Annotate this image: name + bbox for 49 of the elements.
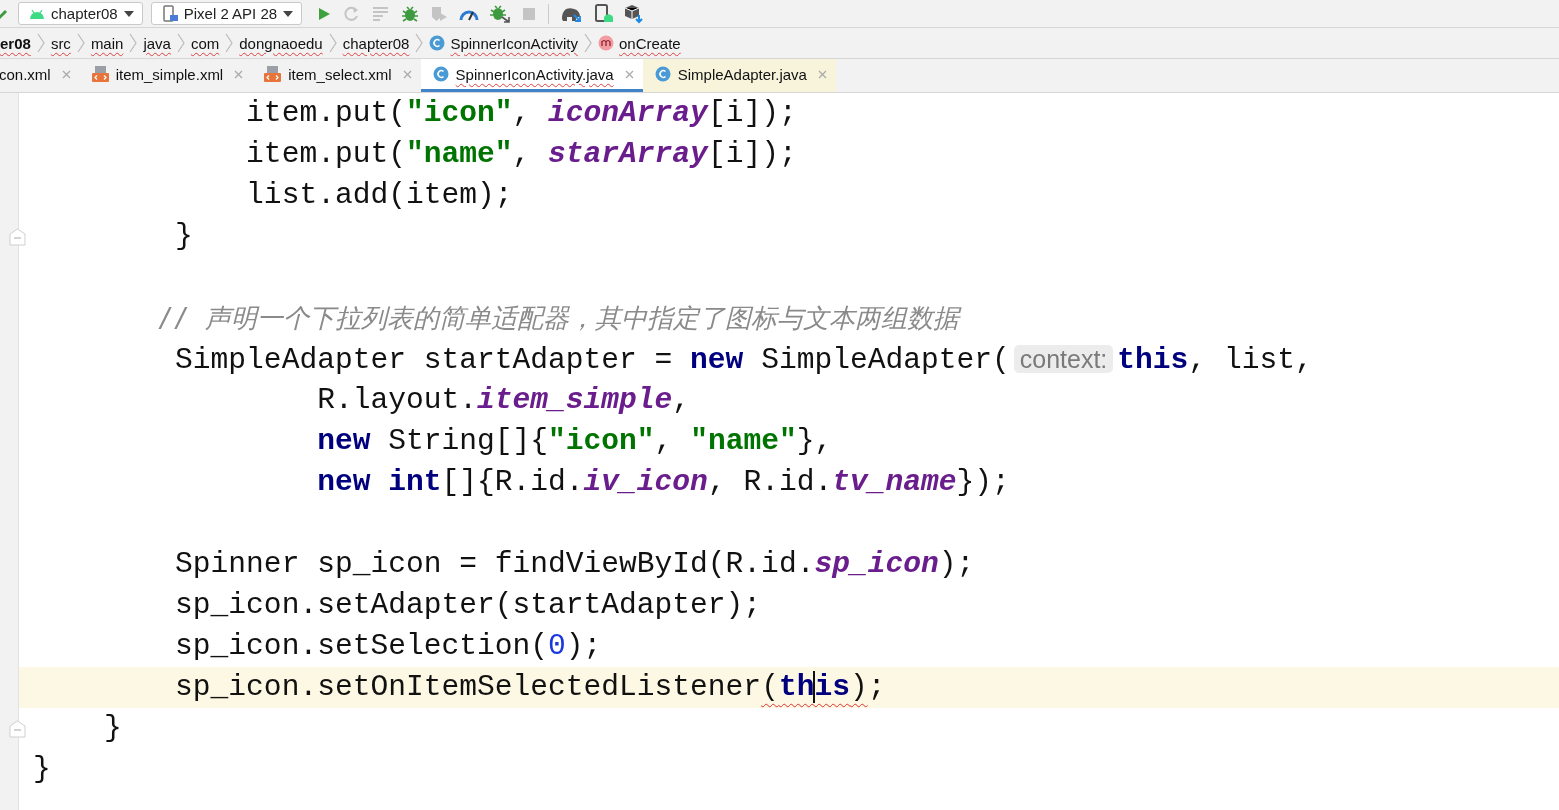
close-icon[interactable] [61,69,71,79]
code-line: } [103,710,123,747]
close-icon[interactable] [817,69,827,79]
code-line: sp_icon.setAdapter(startAdapter); [174,587,763,624]
code-line: } [32,751,52,788]
breadcrumb-item[interactable]: onCreate [598,34,681,52]
file-tab[interactable]: item_simple.xml [79,59,253,92]
code-line: // 声明一个下拉列表的简单适配器，其中指定了图标与文本两组数据 [157,302,963,335]
layout-file-icon [91,66,109,82]
code-line: new int[]{R.id.iv_icon, R.id.tv_name}); [316,464,1011,501]
code-line: sp_icon.setSelection(0); [174,628,603,665]
code-line: } [174,218,194,255]
device-dropdown[interactable]: Pixel 2 API 28 [150,2,303,25]
fold-icon[interactable] [9,720,26,738]
method-icon [598,35,614,51]
code-line: Spinner sp_icon = findViewById(R.id.sp_icon); [174,546,976,583]
android-icon [29,7,45,20]
code-line: item.put("name", starArray[i]); [245,136,798,173]
close-icon[interactable] [234,69,244,79]
code-line: item.put("icon", iconArray[i]); [245,95,798,132]
class-icon [654,66,671,82]
breadcrumb-item[interactable]: src [50,34,71,52]
code-line: new String[]{"icon", "name"}, [316,423,834,460]
file-tab[interactable]: item_select.xml [252,59,421,92]
breadcrumb-item[interactable]: java [143,34,171,52]
phone-icon [161,4,178,23]
code-line: list.add(item); [245,177,514,214]
fold-icon[interactable] [9,228,26,246]
breadcrumb-item[interactable]: SpinnerIconActivity [429,34,578,52]
code-line: R.layout.item_simple, [316,382,692,419]
close-icon[interactable] [402,69,412,79]
file-tab[interactable]: SimpleAdapter.java [642,59,836,92]
file-tab[interactable]: con.xml [0,59,80,92]
breadcrumb-item[interactable]: er08 [0,34,31,52]
run-config-dropdown[interactable]: chapter08 [18,2,143,25]
package-icon[interactable] [624,3,645,24]
close-icon[interactable] [624,69,634,79]
code-line: SimpleAdapter startAdapter = new SimpleAdapter( context: this, list, [174,342,1314,379]
bug-arrow-icon[interactable] [490,4,511,23]
file-tab[interactable]: SpinnerIconActivity.java [420,59,643,92]
phone-icon[interactable] [593,3,614,24]
class-icon [432,66,449,82]
layout-file-icon [264,66,282,82]
bug-icon[interactable] [401,4,420,23]
breadcrumb-item[interactable]: chapter08 [342,34,410,52]
breadcrumb-item[interactable]: main [90,34,124,52]
class-icon [429,35,446,51]
breadcrumb-item[interactable]: dongnaoedu [239,34,323,52]
breadcrumb-item[interactable]: com [190,34,220,52]
